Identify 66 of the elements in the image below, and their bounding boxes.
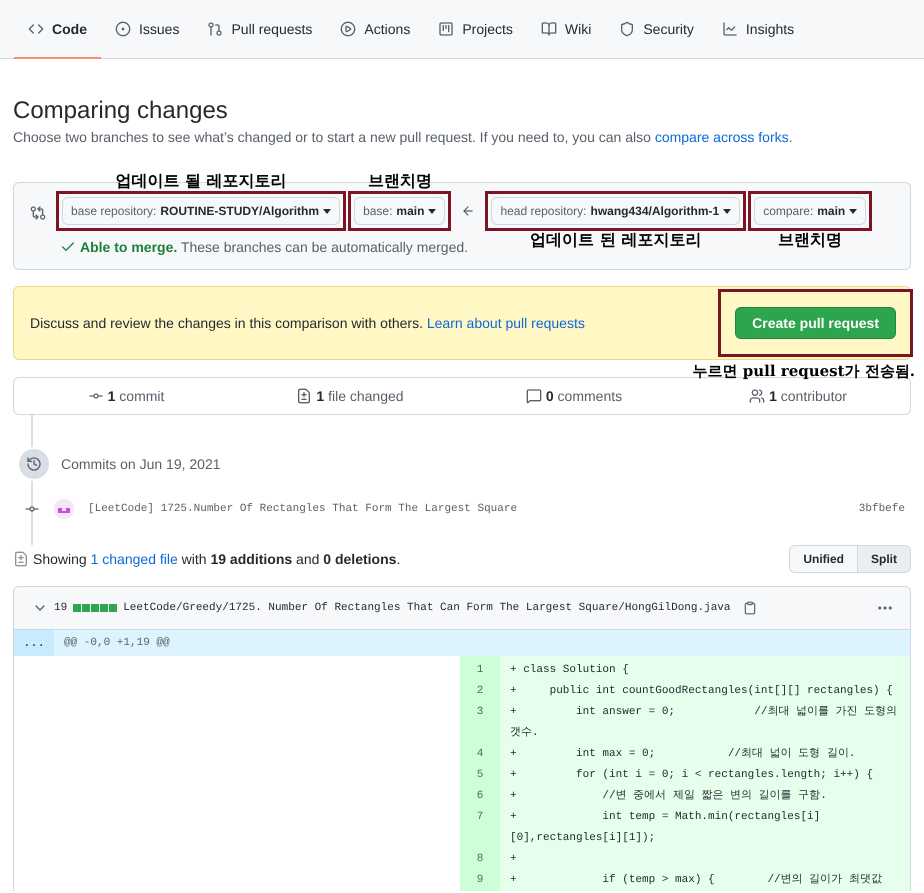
banner-text: Discuss and review the changes in this comparison with others. Learn about pull requests: [30, 315, 585, 331]
line-number: 6: [460, 786, 500, 807]
page-subtitle: Choose two branches to see what’s changed or to start a new pull request. If you need to, you can also compare across forks.: [13, 129, 794, 145]
caret-icon: [849, 208, 858, 214]
annotation-label: 업데이트 된 레포지토리: [530, 230, 702, 251]
branch-select[interactable]: base: main: [354, 197, 446, 225]
file-path[interactable]: LeetCode/Greedy/1725. Number Of Rectangles That Can Form The Largest Square/HongGilDong.java: [123, 602, 731, 614]
stat-text: 1 contributor: [769, 388, 847, 404]
line-number: 1: [460, 656, 500, 681]
caret-icon: [323, 208, 332, 214]
nav-tab[interactable]: Insights: [708, 0, 808, 59]
circle-dot-icon: [115, 20, 131, 36]
comment-icon: [526, 388, 542, 404]
commits-date: Commits on Jun 19, 2021: [61, 456, 221, 472]
nav-tab[interactable]: Pull requests: [193, 0, 326, 59]
nav-tab[interactable]: Code: [14, 0, 101, 59]
line-number: 8: [460, 849, 500, 870]
nav-tab[interactable]: Actions: [326, 0, 424, 59]
nav-tab[interactable]: Security: [605, 0, 708, 59]
book-icon: [540, 20, 557, 36]
pull-request-icon: [207, 20, 224, 36]
stat-text: 0 comments: [546, 388, 622, 404]
line-number: 4: [460, 744, 500, 765]
line-number: 5: [460, 765, 500, 786]
annotation-label: 누르면 pull request가 전송됨.: [692, 362, 915, 381]
commit-sha[interactable]: 3bfbefe: [858, 503, 905, 515]
avatar-icon: [54, 499, 74, 519]
view-toggle[interactable]: Unified: [789, 545, 858, 573]
hunk-header: @@ -0,0 +1,19 @@: [63, 636, 170, 651]
diffstat-icon: [73, 604, 118, 612]
page-heading: Comparing changes: [13, 97, 229, 125]
nav-tab[interactable]: Wiki: [526, 0, 606, 59]
file-diff-icon: [296, 388, 312, 404]
line-number: 7: [460, 807, 500, 849]
line-chart-icon: [722, 20, 738, 36]
annotation-label: 브랜치명: [368, 171, 432, 192]
caret-icon: [428, 208, 436, 214]
annotation-label: 브랜치명: [778, 230, 842, 251]
branch-select[interactable]: compare: main: [754, 197, 866, 225]
stat-text: 1 file changed: [316, 388, 404, 404]
additions-count: 19: [54, 602, 68, 614]
nav-tab[interactable]: Issues: [101, 0, 194, 59]
commit-message[interactable]: [LeetCode] 1725.Number Of Rectangles That Form The Largest Square: [88, 503, 853, 515]
line-number: 9: [460, 870, 500, 891]
branch-select[interactable]: head repository: hwang434/Algorithm-1: [491, 197, 740, 225]
nav-tab[interactable]: Projects: [424, 0, 527, 59]
line-number: 2: [460, 681, 500, 702]
changed-file-link[interactable]: 1 changed file: [90, 551, 178, 567]
compare-icon: [30, 205, 46, 221]
kanban-icon: [438, 20, 454, 36]
expand-button[interactable]: ...: [14, 630, 54, 656]
forks-link[interactable]: compare across forks: [654, 129, 789, 145]
view-toggle[interactable]: Split: [858, 545, 911, 573]
people-icon: [749, 388, 766, 404]
learn-link[interactable]: Learn about pull requests: [426, 315, 585, 331]
annotation-label: 업데이트 될 레포지토리: [115, 171, 287, 192]
branch-select[interactable]: base repository: ROUTINE-STUDY/Algorithm: [62, 197, 340, 225]
clipboard-icon[interactable]: [742, 601, 757, 615]
stat-text: 1 commit: [108, 388, 164, 404]
merge-status: Able to merge. These branches can be automatically merged.: [80, 239, 468, 255]
caret-icon: [723, 208, 732, 214]
line-number: 3: [460, 702, 500, 744]
play-icon: [340, 20, 356, 36]
diff-summary: Showing 1 changed file with 19 additions and 0 deletions.: [33, 551, 400, 567]
shield-icon: [619, 20, 636, 36]
file-diff-icon: [13, 551, 29, 567]
